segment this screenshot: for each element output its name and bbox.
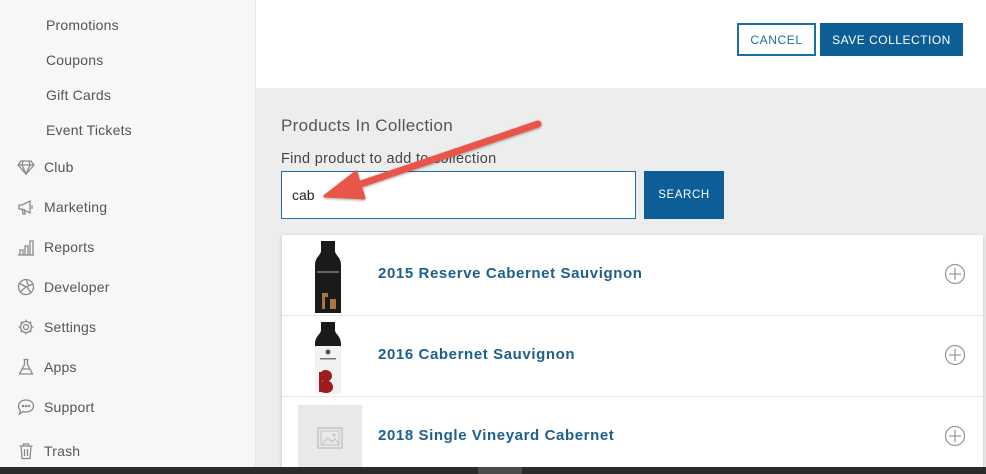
megaphone-icon <box>16 197 36 217</box>
sidebar-item-label: Developer <box>44 279 110 295</box>
sidebar-item-developer[interactable]: Developer <box>16 277 110 297</box>
sidebar-subitem-event-tickets[interactable]: Event Tickets <box>46 122 132 138</box>
sidebar-item-club[interactable]: Club <box>16 157 74 177</box>
sidebar-item-label: Support <box>44 399 95 415</box>
sidebar-item-reports[interactable]: Reports <box>16 237 94 257</box>
sidebar-item-label: Marketing <box>44 199 108 215</box>
chat-bubble-icon <box>16 397 36 417</box>
taskbar-segment <box>478 467 522 474</box>
product-search-input[interactable] <box>281 171 636 219</box>
gear-icon <box>16 317 36 337</box>
sidebar-item-trash[interactable]: Trash <box>16 441 80 461</box>
sidebar-item-support[interactable]: Support <box>16 397 94 417</box>
image-placeholder-icon <box>317 427 343 449</box>
sidebar-item-label: Reports <box>44 239 95 255</box>
sidebar-item-apps[interactable]: Apps <box>16 357 77 377</box>
sidebar-subitem-promotions[interactable]: Promotions <box>46 17 119 33</box>
section-title: Products In Collection <box>281 116 453 135</box>
sidebar-subitem-gift-cards[interactable]: Gift Cards <box>46 87 111 103</box>
wine-bottle-image <box>304 241 352 313</box>
product-thumbnail-placeholder <box>298 405 362 471</box>
trash-icon <box>16 441 36 461</box>
product-name[interactable]: 2015 Reserve Cabernet Sauvignon <box>378 265 643 282</box>
product-name[interactable]: 2018 Single Vineyard Cabernet <box>378 427 614 444</box>
product-name[interactable]: 2016 Cabernet Sauvignon <box>378 346 575 363</box>
add-circle-icon[interactable] <box>944 425 966 447</box>
taskbar-strip <box>0 467 986 474</box>
sidebar-subitem-coupons[interactable]: Coupons <box>46 52 103 68</box>
sidebar-item-label: Trash <box>44 443 81 459</box>
save-collection-button[interactable]: SAVE COLLECTION <box>820 23 963 56</box>
wine-bottle-image <box>304 322 352 394</box>
sidebar-item-settings[interactable]: Settings <box>16 317 96 337</box>
sidebar-item-label: Club <box>44 159 74 175</box>
aperture-icon <box>16 277 36 297</box>
search-button[interactable]: SEARCH <box>644 171 724 219</box>
result-row[interactable]: 2018 Single Vineyard Cabernet <box>282 397 983 474</box>
sidebar-item-label: Apps <box>44 359 77 375</box>
flask-icon <box>16 357 36 377</box>
result-row[interactable]: 2016 Cabernet Sauvignon <box>282 316 983 397</box>
add-circle-icon[interactable] <box>944 344 966 366</box>
diamond-icon <box>16 157 36 177</box>
find-product-label: Find product to add to collection <box>281 151 497 167</box>
search-results-dropdown: 2015 Reserve Cabernet Sauvignon 2016 Cab… <box>282 235 983 474</box>
cancel-button[interactable]: CANCEL <box>737 23 816 56</box>
sidebar: Promotions Coupons Gift Cards Event Tick… <box>0 0 256 474</box>
sidebar-item-marketing[interactable]: Marketing <box>16 197 107 217</box>
add-circle-icon[interactable] <box>944 263 966 285</box>
result-row[interactable]: 2015 Reserve Cabernet Sauvignon <box>282 235 983 316</box>
bar-chart-icon <box>16 237 36 257</box>
sidebar-item-label: Settings <box>44 319 97 335</box>
